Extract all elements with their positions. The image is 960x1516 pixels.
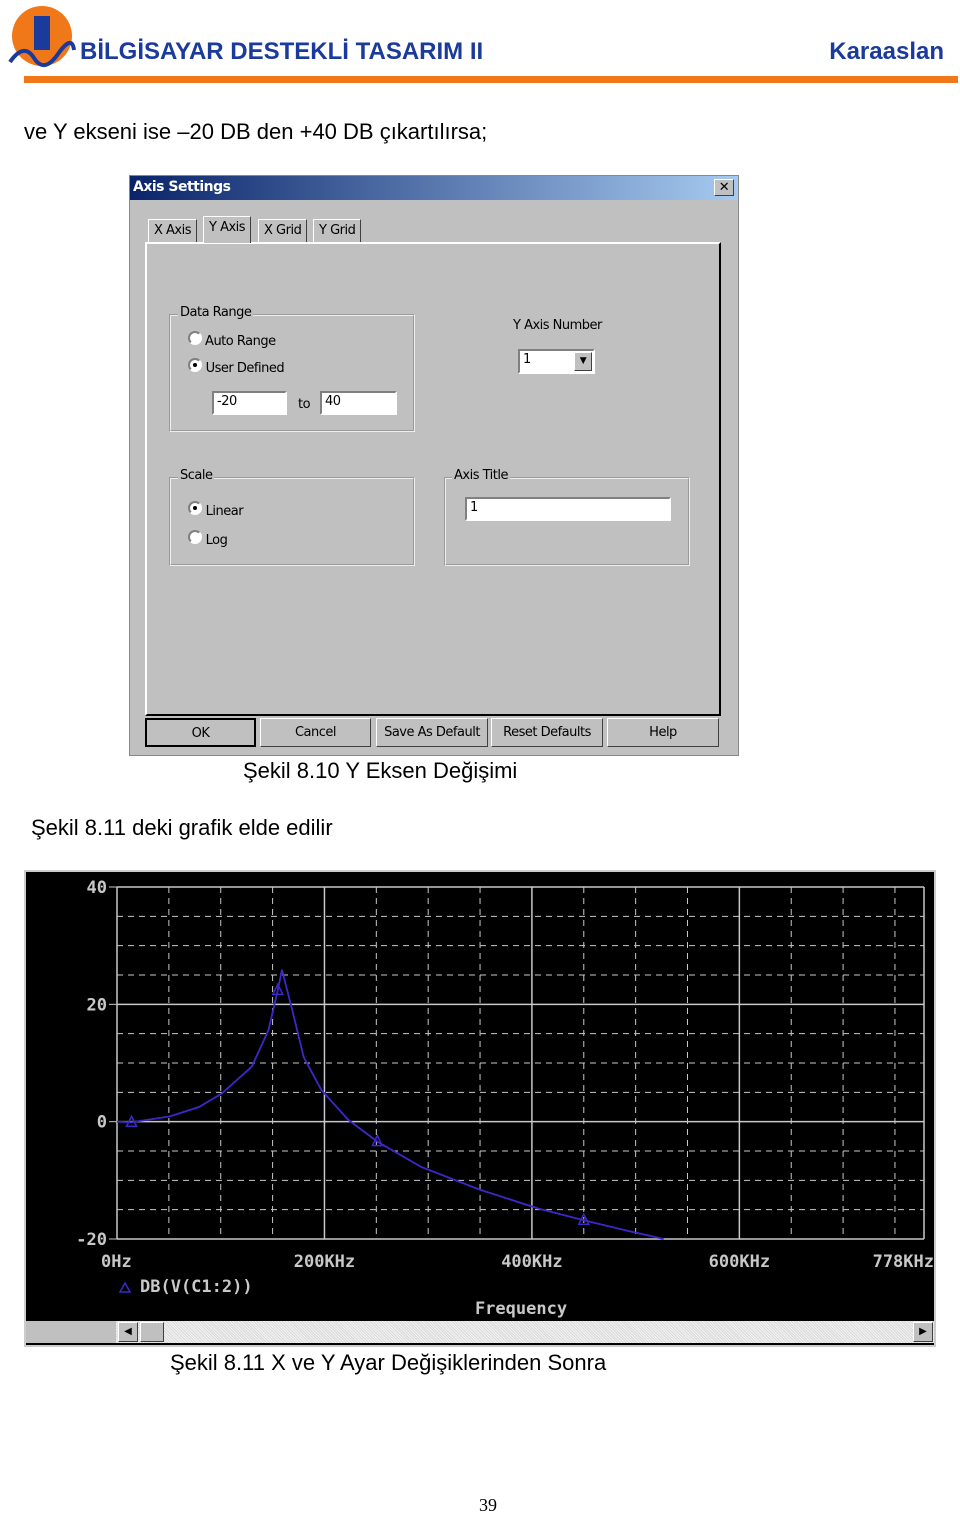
- log-label: Log: [205, 533, 228, 548]
- figure-caption-8-10: Şekil 8.10 Y Eksen Değişimi: [243, 758, 518, 783]
- to-label: to: [298, 397, 311, 412]
- axis-title-label: Axis Title: [452, 468, 510, 483]
- y-axis-number-label: Y Axis Number: [513, 318, 602, 333]
- dialog-title: Axis Settings: [133, 179, 231, 195]
- scrollbar-left-pane: [26, 1321, 116, 1343]
- scale-group: [169, 477, 415, 566]
- x-tick-label: 600KHz: [709, 1252, 770, 1272]
- close-icon[interactable]: ✕: [714, 179, 734, 196]
- user-defined-radio[interactable]: User Defined: [188, 358, 285, 376]
- chart-svg: 40 20 0 -200Hz 200KHz 400KHz 600KHz 778KHz DB(V(…: [76, 878, 934, 1319]
- y-tick-label: -20: [76, 1230, 107, 1250]
- auto-range-label: Auto Range: [205, 334, 276, 349]
- chevron-down-icon[interactable]: ▼: [574, 352, 592, 371]
- reset-defaults-button[interactable]: Reset Defaults: [491, 718, 603, 747]
- scroll-right-icon[interactable]: ▶: [913, 1322, 933, 1342]
- user-defined-label: User Defined: [205, 361, 285, 376]
- data-range-label: Data Range: [178, 305, 254, 320]
- y-tick-label: 20: [87, 995, 107, 1015]
- scroll-thumb[interactable]: [140, 1322, 164, 1342]
- series-line: [116, 969, 664, 1240]
- scroll-left-icon[interactable]: ◀: [118, 1322, 138, 1342]
- body-text: Şekil 8.11 deki grafik elde edilir: [31, 815, 333, 840]
- auto-range-radio[interactable]: AAuto Range: [188, 331, 276, 349]
- intro-text: ve Y ekseni ise –20 DB den +40 DB çıkart…: [24, 119, 488, 144]
- axis-title-input[interactable]: 1: [465, 497, 671, 521]
- university-logo: [4, 2, 76, 70]
- x-tick-label: 200KHz: [294, 1252, 355, 1272]
- tab-x-grid[interactable]: X Grid: [258, 219, 308, 243]
- scale-label: Scale: [178, 468, 215, 483]
- author: Karaaslan: [829, 38, 944, 65]
- ok-button[interactable]: OK: [145, 718, 256, 747]
- figure-caption-8-11: Şekil 8.11 X ve Y Ayar Değişiklerinden S…: [170, 1350, 607, 1375]
- range-to-input[interactable]: 40: [320, 391, 397, 415]
- y-tick-label: 40: [87, 878, 107, 898]
- y-axis-number-value: 1: [523, 352, 531, 367]
- axis-settings-dialog: Axis Settings ✕ X Axis Y Axis X Grid Y G…: [129, 175, 739, 756]
- y-axis-number-select[interactable]: 1 ▼: [518, 349, 595, 374]
- horizontal-scrollbar[interactable]: ◀ ▶: [26, 1321, 934, 1343]
- linear-radio[interactable]: Linear: [188, 501, 244, 519]
- x-axis-label: Frequency: [475, 1299, 567, 1319]
- help-button[interactable]: Help: [607, 718, 719, 747]
- x-tick-label: 0Hz: [101, 1252, 132, 1272]
- tab-y-grid[interactable]: Y Grid: [313, 219, 362, 243]
- range-from-input[interactable]: -20: [212, 391, 287, 415]
- dialog-title-bar: Axis Settings ✕: [130, 176, 738, 200]
- legend-label: DB(V(C1:2)): [140, 1277, 253, 1297]
- tab-x-axis[interactable]: X Axis: [148, 219, 198, 243]
- tab-y-axis[interactable]: Y Axis: [203, 216, 252, 243]
- save-as-default-button[interactable]: Save As Default: [376, 718, 488, 747]
- cancel-button[interactable]: Cancel: [260, 718, 371, 747]
- x-tick-label: 400KHz: [501, 1252, 562, 1272]
- log-radio[interactable]: Log: [188, 530, 228, 548]
- linear-label: Linear: [205, 504, 244, 519]
- frequency-response-chart: 40 20 0 -20 0Hz 200KHz 400KHz 600KHz 778KHz DB(V(…: [24, 870, 936, 1347]
- document-title: BİLGİSAYAR DESTEKLİ TASARIM II: [80, 38, 484, 65]
- header-divider: [24, 76, 958, 83]
- x-tick-label: 778KHz: [873, 1252, 934, 1272]
- y-tick-label: 0: [97, 1113, 107, 1133]
- legend-marker-icon: [118, 1281, 132, 1293]
- axis-title-group: [444, 477, 690, 566]
